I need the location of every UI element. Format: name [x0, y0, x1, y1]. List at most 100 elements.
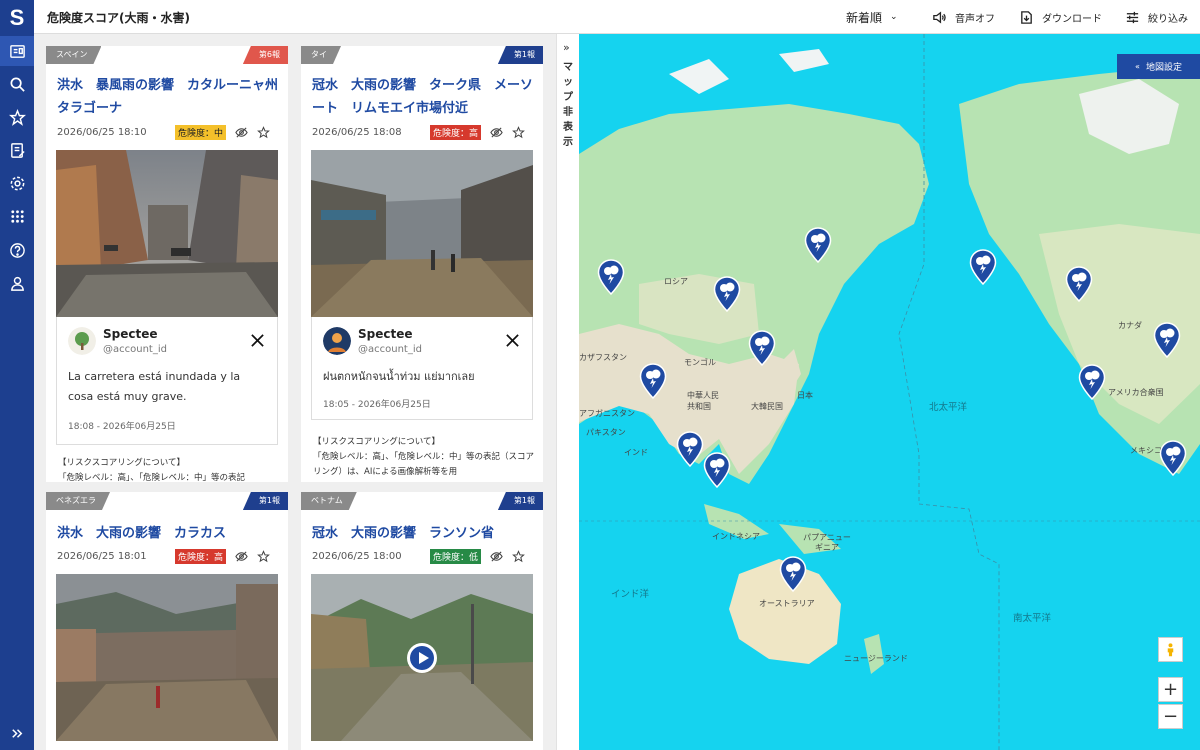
map-label: アメリカ合衆国 [1108, 388, 1164, 397]
map-settings-button[interactable]: « 地図設定 [1117, 54, 1200, 79]
report-badge: 第1報 [242, 492, 288, 510]
card-title[interactable]: 冠水 大雨の影響 ターク県 メーソート リムモエイ市場付近 [312, 74, 534, 120]
map-pin-icon[interactable] [639, 363, 667, 399]
risk-badge: 危険度：高 [174, 548, 226, 564]
risk-badge: 危険度：中 [174, 124, 226, 140]
zoom-in-button[interactable]: + [1158, 677, 1183, 702]
star-icon[interactable] [257, 549, 270, 563]
map-pin-icon[interactable] [1078, 364, 1106, 400]
sound-toggle-button[interactable]: 音声オフ [932, 0, 995, 34]
news-card[interactable]: ベトナム 第1報 冠水 大雨の影響 ランソン省 2026/06/25 18:00… [301, 492, 543, 750]
avatar [323, 327, 351, 355]
star-icon [8, 108, 26, 126]
map-pin-icon[interactable] [969, 249, 997, 285]
hide-icon[interactable] [235, 550, 248, 563]
post-author: Spectee [103, 327, 158, 341]
map-label: 大韓民国 [751, 402, 783, 411]
card-date: 2026/06/25 18:08 [312, 126, 402, 138]
map-pin-icon[interactable] [703, 452, 731, 488]
x-logo-icon[interactable] [250, 333, 265, 348]
post-time: 18:08 - 2026年06月25日 [68, 422, 176, 432]
map-settings-label: 地図設定 [1145, 63, 1182, 73]
download-button[interactable]: ダウンロード [1019, 0, 1102, 34]
country-tag: ベトナム [301, 492, 357, 510]
news-card[interactable]: タイ 第1報 冠水 大雨の影響 ターク県 メーソート リムモエイ市場付近 202… [301, 46, 543, 482]
zoom-out-button[interactable]: − [1158, 704, 1183, 729]
card-meta: 2026/06/25 18:08 危険度：高 [312, 124, 534, 140]
filter-button[interactable]: 絞り込み [1125, 0, 1188, 34]
map-pin-icon[interactable] [1153, 322, 1181, 358]
hide-icon[interactable] [490, 550, 503, 563]
sort-dropdown[interactable]: 新着順 ⌄ [846, 0, 898, 34]
map-label: インド [624, 448, 648, 457]
post-handle: @account_id [103, 344, 167, 355]
social-post[interactable]: Spectee @account_id La carretera está in… [56, 317, 278, 445]
sidebar-item-reports[interactable] [0, 135, 34, 165]
post-handle: @account_id [358, 344, 422, 355]
map-label: ニュージーランド [844, 654, 908, 663]
star-icon[interactable] [512, 549, 525, 563]
star-icon[interactable] [257, 125, 270, 139]
map-label: アフガニスタン [579, 409, 635, 418]
sidebar-item-help[interactable] [0, 235, 34, 265]
map-label: 中華人民共和国 [687, 391, 719, 411]
map-view[interactable]: ロシア モンゴル カザフスタン 中華人民共和国 大韓民国 日本 アフガニスタン … [579, 34, 1200, 750]
card-title[interactable]: 洪水 大雨の影響 カラカス [57, 522, 279, 545]
report-badge: 第6報 [242, 46, 288, 64]
risk-badge: 危険度：高 [429, 124, 481, 140]
chevron-down-icon: ⌄ [890, 12, 898, 22]
card-title[interactable]: 洪水 暴風雨の影響 カタルーニャ州 タラゴーナ [57, 74, 288, 120]
map-label: インドネシア [712, 532, 760, 541]
sidebar-expand-button[interactable] [0, 718, 34, 748]
map-pin-icon[interactable] [597, 259, 625, 295]
card-meta: 2026/06/25 18:00 危険度：低 [312, 548, 534, 564]
map-label: モンゴル [684, 358, 716, 367]
search-icon [10, 77, 25, 92]
map-pin-icon[interactable] [713, 276, 741, 312]
map-toggle-label: マップ非表示 [563, 62, 573, 148]
settings-icon [10, 176, 24, 190]
map-pin-icon[interactable] [1065, 266, 1093, 302]
post-time: 18:05 - 2026年06月25日 [323, 400, 431, 410]
map-pin-icon[interactable] [779, 556, 807, 592]
post-text: ฝนตกหนักจนน้ำท่วม แย่มากเลย [323, 370, 475, 383]
risk-note-text: 「危険レベル：高」、「危険レベル：中」等の表記（スコアリング）は、AIによる画像… [313, 452, 535, 477]
map-toggle[interactable]: » マップ非表示 [556, 34, 579, 750]
map-pin-icon[interactable] [676, 431, 704, 467]
sidebar-item-apps[interactable] [0, 201, 34, 231]
social-post[interactable]: Spectee @account_id ฝนตกหนักจนน้ำท่วม แย… [311, 317, 533, 420]
risk-note-heading: 【リスクスコアリングについて】 [58, 458, 185, 468]
news-card[interactable]: ベネズエラ 第1報 洪水 大雨の影響 カラカス 2026/06/25 18:01… [46, 492, 288, 750]
sidebar-item-search[interactable] [0, 69, 34, 99]
news-photo[interactable] [56, 150, 278, 317]
user-icon [10, 276, 24, 291]
news-photo[interactable] [311, 150, 533, 317]
map-label: カナダ [1118, 321, 1142, 330]
star-icon[interactable] [512, 125, 525, 139]
apps-icon [10, 209, 24, 223]
ocean-label: 北太平洋 [929, 402, 968, 413]
map-pin-icon[interactable] [748, 330, 776, 366]
news-photo[interactable] [56, 574, 278, 741]
sidebar-item-favorites[interactable] [0, 102, 34, 132]
news-card[interactable]: スペイン 第6報 洪水 暴風雨の影響 カタルーニャ州 タラゴーナ 2026/06… [46, 46, 288, 482]
street-view-button[interactable] [1158, 637, 1183, 662]
sidebar-item-news[interactable] [0, 36, 34, 66]
play-icon[interactable] [406, 642, 438, 674]
hide-icon[interactable] [490, 126, 503, 139]
map-basemap [579, 34, 1200, 750]
hide-icon[interactable] [235, 126, 248, 139]
report-badge: 第1報 [497, 46, 543, 64]
app-logo[interactable]: S [6, 6, 28, 30]
card-title[interactable]: 冠水 大雨の影響 ランソン省 [312, 522, 534, 545]
post-text: La carretera está inundada y la cosa est… [68, 370, 241, 403]
map-pin-icon[interactable] [1159, 440, 1187, 476]
sidebar-item-settings[interactable] [0, 168, 34, 198]
news-video[interactable] [311, 574, 533, 741]
country-tag: ベネズエラ [46, 492, 110, 510]
sidebar-item-account[interactable] [0, 268, 34, 298]
map-pin-icon[interactable] [804, 227, 832, 263]
map-label: メキシコ [1130, 446, 1162, 455]
risk-note-text: 「危険レベル：高」、「危険レベル：中」等の表記 [58, 473, 246, 482]
x-logo-icon[interactable] [505, 333, 520, 348]
